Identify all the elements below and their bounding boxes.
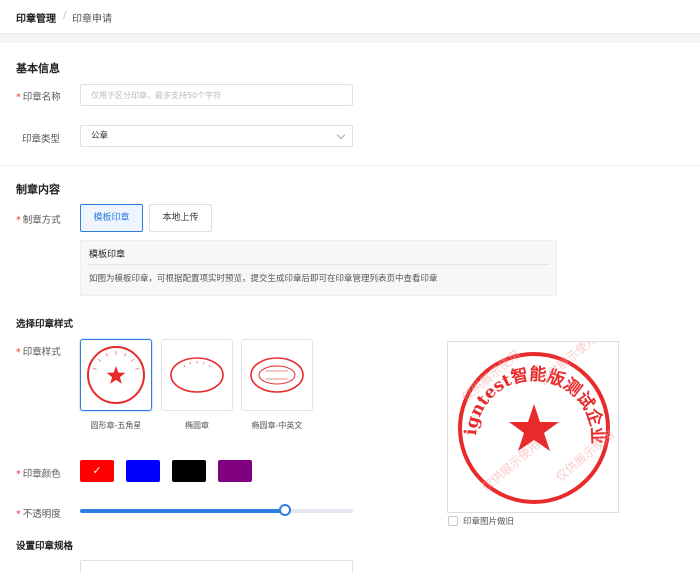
- seal-color-label: * 印章颜色: [16, 469, 61, 480]
- breadcrumb-separator: /: [63, 10, 67, 21]
- make-content-title: 制章内容: [16, 183, 60, 196]
- seal-spec-title: 设置印章规格: [16, 541, 74, 552]
- tip-text: 如图为模板印章，可根据配置项实时预览，提交生成印章后即可在印章管理列表页中查看印…: [89, 274, 438, 284]
- opacity-label: * 不透明度: [16, 509, 61, 520]
- check-icon: ✓: [92, 464, 102, 477]
- seal-name-input[interactable]: [80, 84, 353, 106]
- tip-divider: [87, 264, 549, 265]
- method-upload-button[interactable]: 本地上传: [149, 204, 212, 232]
- template-tip-box: [80, 240, 557, 296]
- section-divider: [0, 165, 700, 166]
- spec-input-partial[interactable]: [80, 560, 353, 573]
- style-card-ellipse[interactable]: [161, 339, 233, 411]
- round-star-seal-icon: [87, 346, 145, 404]
- chevron-down-icon: [336, 130, 346, 140]
- aged-checkbox-label: 印章图片做旧: [463, 517, 515, 527]
- ellipse-seal-icon: [170, 357, 224, 393]
- watermark-text-4: 仅供展示使用: [552, 427, 617, 485]
- seal-type-label: 印章类型: [22, 134, 61, 145]
- seal-preview: esigntest智能版测试企业1 仅供展示使用 仅供展示使用 仅供展示使用 仅…: [447, 341, 619, 513]
- color-swatch-red[interactable]: ✓: [80, 460, 114, 482]
- color-swatch-blue[interactable]: [126, 460, 160, 482]
- opacity-slider-track[interactable]: [80, 509, 353, 513]
- watermark-text-3: 仅供展示使用: [478, 437, 543, 495]
- style-caption-round-star: 圆形章-五角星: [90, 421, 142, 430]
- basic-info-title: 基本信息: [16, 62, 60, 75]
- seal-name-label: * 印章名称: [16, 92, 61, 103]
- breadcrumb-seal-management[interactable]: 印章管理: [16, 10, 56, 25]
- breadcrumb-seal-apply: 印章申请: [72, 14, 112, 25]
- color-swatch-purple[interactable]: [218, 460, 252, 482]
- style-caption-ellipse-bilingual: 椭圆章-中英文: [251, 421, 303, 430]
- header-spacer: [0, 34, 700, 43]
- opacity-slider-handle[interactable]: [278, 504, 291, 516]
- style-caption-ellipse: 椭圆章: [185, 421, 209, 430]
- ellipse-bilingual-seal-icon: [250, 357, 304, 393]
- method-template-button[interactable]: 模板印章: [80, 204, 143, 232]
- seal-type-value: 公章: [91, 131, 109, 141]
- select-style-title: 选择印章样式: [16, 319, 74, 330]
- aged-checkbox[interactable]: [448, 516, 458, 526]
- opacity-slider-fill: [80, 509, 285, 513]
- style-card-ellipse-bilingual[interactable]: [241, 339, 313, 411]
- style-card-round-star[interactable]: [80, 339, 152, 411]
- color-swatch-black[interactable]: [172, 460, 206, 482]
- make-method-label: * 制章方式: [16, 215, 61, 226]
- seal-preview-image: esigntest智能版测试企业1 仅供展示使用 仅供展示使用 仅供展示使用 仅…: [448, 342, 617, 504]
- tip-title: 模板印章: [89, 250, 126, 260]
- seal-style-label: * 印章样式: [16, 347, 61, 358]
- seal-type-select[interactable]: 公章: [80, 125, 353, 147]
